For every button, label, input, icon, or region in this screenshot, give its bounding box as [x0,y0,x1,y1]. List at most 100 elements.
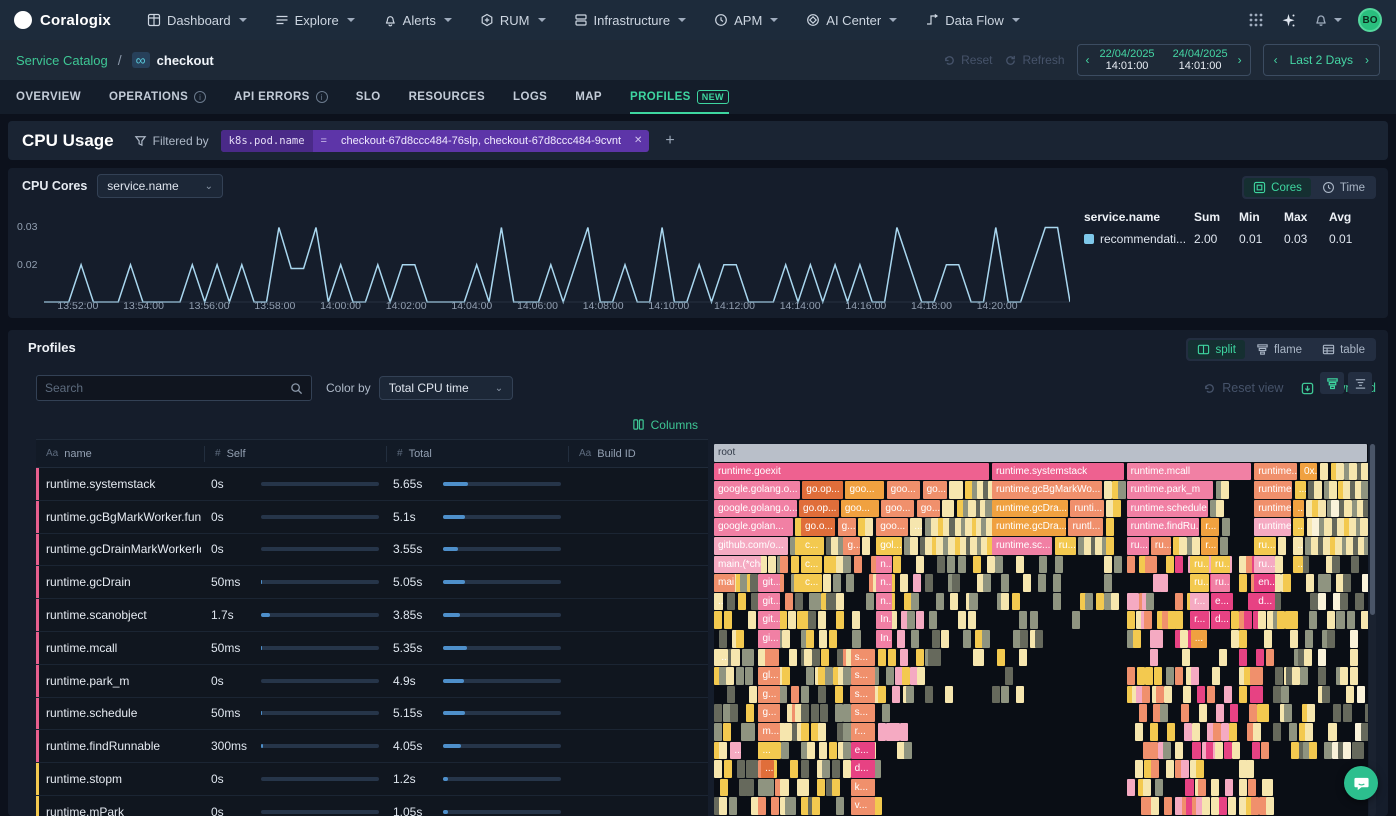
flame-frame-e[interactable]: e... [1211,593,1230,611]
flame-frame[interactable] [945,686,953,704]
flame-frame[interactable] [789,649,797,667]
reset-view-button[interactable]: Reset view [1203,381,1283,395]
table-row[interactable]: runtime.gcDrain50ms5.05s [36,566,708,599]
flame-frame[interactable] [1273,686,1281,704]
flame-frame[interactable] [1198,779,1206,797]
flame-frame-go[interactable]: go... [917,500,940,518]
flame-frame-c[interactable]: c... [801,574,822,592]
flame-frame[interactable] [910,537,918,555]
flame-frame[interactable] [1273,723,1281,741]
flame-frame[interactable] [1127,779,1135,797]
flame-frame-mai[interactable]: mai... [714,574,735,592]
flame-frame[interactable] [1160,574,1168,592]
flame-frame[interactable] [1253,723,1261,741]
nav-item-rum[interactable]: RUM [470,7,556,34]
flame-frame[interactable] [1318,500,1326,518]
flame-frame[interactable] [806,667,814,685]
flame-frame[interactable] [836,593,844,611]
flame-frame[interactable] [995,556,1003,574]
view-split-button[interactable]: split [1188,340,1244,359]
sandwich-view-icon-button[interactable] [1348,372,1372,394]
flame-frame[interactable] [747,723,755,741]
flame-frame[interactable] [1166,556,1174,574]
flame-frame-goo[interactable]: goo... [841,500,879,518]
flame-frame[interactable] [801,723,809,741]
flame-frame[interactable] [866,593,874,611]
flame-frame[interactable] [900,574,908,592]
flame-frame-r[interactable]: r... [1190,593,1209,611]
flame-frame[interactable] [952,574,960,592]
flame-frame[interactable] [1113,500,1121,518]
flame-frame[interactable] [1323,574,1331,592]
flame-frame-go-op[interactable]: go.op... [802,481,843,499]
flame-frame[interactable] [780,556,788,574]
flame-frame[interactable] [917,667,925,685]
flame-frame[interactable] [1154,667,1162,685]
flame-frame-runti[interactable]: runti... [1070,500,1104,518]
flame-frame[interactable] [779,611,787,629]
flame-frame[interactable] [724,760,732,778]
flame-frame[interactable] [1340,667,1348,685]
flame-frame[interactable] [1361,463,1368,481]
nav-item-apm[interactable]: APM [704,7,788,34]
flame-frame[interactable] [1085,593,1093,611]
flame-frame[interactable] [1239,630,1247,648]
flame-frame[interactable] [1001,574,1009,592]
flame-frame-runtime[interactable]: runtime.... [1254,481,1292,499]
flame-frame[interactable] [1350,649,1358,667]
flame-frame[interactable] [958,556,966,574]
flame-frame[interactable] [1221,723,1229,741]
flame-frame[interactable] [811,704,819,722]
flame-frame[interactable] [1309,742,1317,760]
flame-frame[interactable] [854,556,862,574]
column-header-build-id[interactable]: AaBuild ID [568,446,708,462]
flame-frame-google-golang-o[interactable]: google.golang.o... [714,481,800,499]
flame-frame-goo[interactable]: goo... [845,481,884,499]
flame-frame[interactable] [1016,686,1024,704]
flame-frame-google-golang-o[interactable]: google.golang.o... [714,500,797,518]
flame-frame[interactable] [808,611,816,629]
flame-frame[interactable] [950,593,958,611]
flame-frame-[interactable]: ... [1295,481,1306,499]
flame-frame[interactable] [1163,742,1171,760]
flame-frame[interactable] [1030,611,1038,629]
flame-frame[interactable] [1207,686,1215,704]
flame-frame[interactable] [916,649,924,667]
flame-frame[interactable] [1142,686,1150,704]
flame-frame[interactable] [1133,630,1141,648]
flame-frame[interactable] [1072,611,1080,629]
nav-item-infrastructure[interactable]: Infrastructure [564,7,697,34]
quick-range-picker[interactable]: ‹ Last 2 Days › [1263,44,1380,76]
toggle-cores-button[interactable]: Cores [1244,178,1311,197]
flame-frame[interactable] [1038,574,1046,592]
flame-frame-r[interactable]: r... [1190,611,1209,629]
flame-frame-git[interactable]: git... [758,574,779,592]
flame-frame[interactable] [1327,611,1335,629]
tab-profiles[interactable]: PROFILESNEW [630,80,729,114]
flame-frame[interactable] [1318,667,1326,685]
flame-frame[interactable] [782,630,790,648]
flame-frame[interactable] [1155,630,1163,648]
flame-frame[interactable] [1318,593,1326,611]
flame-frame[interactable] [893,556,901,574]
flame-frame[interactable] [1251,797,1259,815]
quick-range-prev-icon[interactable]: ‹ [1274,53,1278,67]
flame-frame[interactable] [806,630,814,648]
flame-frame-d[interactable]: d... [1211,611,1230,629]
flame-frame[interactable] [1155,779,1163,797]
flame-frame[interactable] [1281,686,1289,704]
flame-frame[interactable] [818,723,826,741]
flame-frame[interactable] [843,556,851,574]
flame-frame[interactable] [1144,611,1152,629]
flame-frame-gl[interactable]: gl... [758,667,779,685]
flame-frame-runtime-goexit[interactable]: runtime.goexit [714,463,989,481]
flame-frame[interactable] [719,742,727,760]
flame-frame[interactable] [1275,667,1283,685]
flame-frame[interactable] [1183,686,1191,704]
flame-frame-runtime-gcdra[interactable]: runtime.gcDra... [992,518,1066,536]
flame-frame[interactable] [1166,760,1174,778]
flame-frame[interactable] [897,630,906,648]
flame-frame[interactable] [1239,760,1247,778]
flame-frame[interactable] [1266,649,1274,667]
flame-frame[interactable] [1329,481,1337,499]
